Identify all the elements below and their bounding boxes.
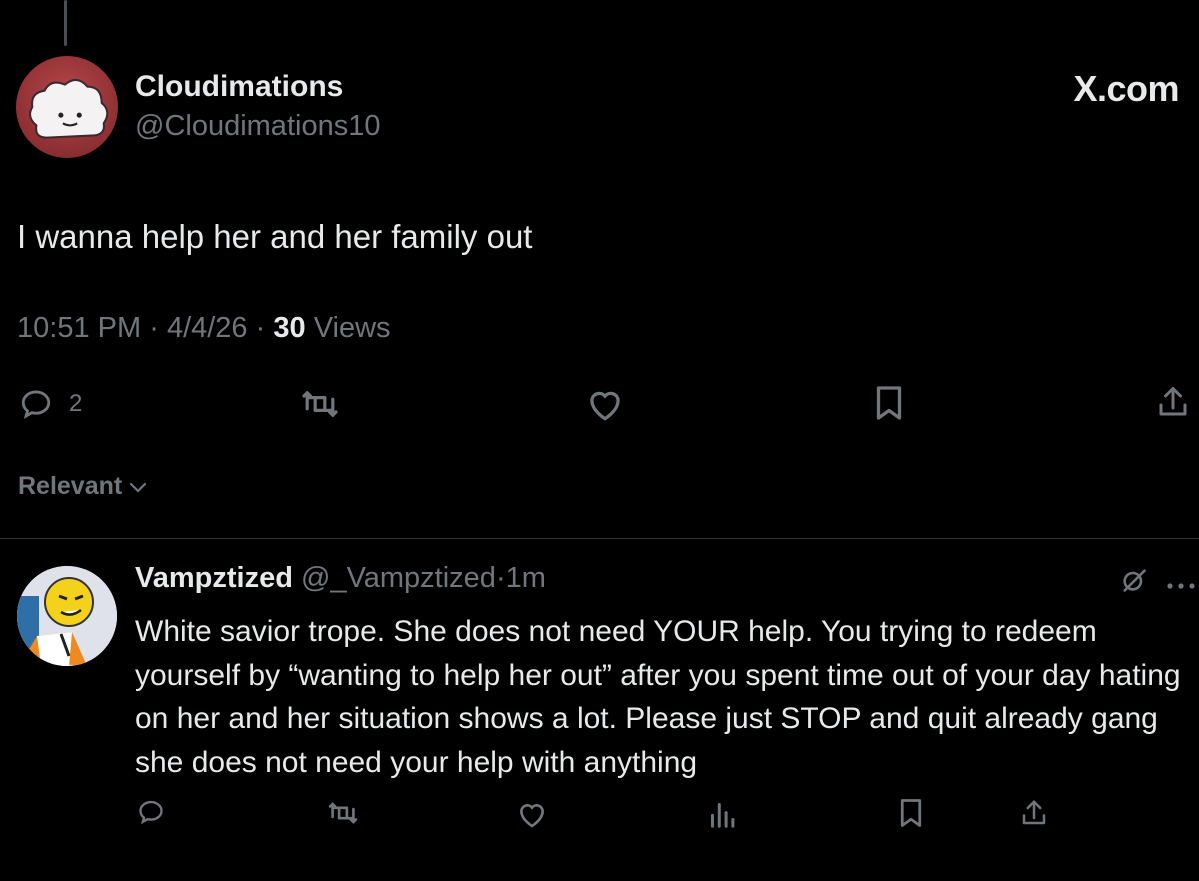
tweet-text: I wanna help her and her family out xyxy=(17,218,533,255)
tweet-time[interactable]: 10:51 PM xyxy=(17,312,141,344)
tweet-date[interactable]: 4/4/26 xyxy=(167,312,248,344)
repost-icon xyxy=(302,391,338,417)
repost-icon xyxy=(328,802,358,824)
tweet-metadata: 10:51 PM · 4/4/26 · 30 Views xyxy=(17,312,391,345)
x-com-watermark: X.com xyxy=(1073,68,1179,109)
sort-relevant-dropdown[interactable]: Relevant xyxy=(18,472,148,501)
meta-separator: · xyxy=(255,312,266,344)
author-avatar[interactable] xyxy=(16,56,118,158)
share-button[interactable] xyxy=(1155,383,1191,421)
like-button[interactable] xyxy=(585,386,625,422)
reply-like-button[interactable] xyxy=(516,799,548,829)
bookmark-icon xyxy=(876,386,902,420)
reply-views-button[interactable] xyxy=(708,799,736,829)
views-icon xyxy=(710,802,735,828)
repost-button[interactable] xyxy=(300,388,340,420)
reply-author-handle[interactable]: @_Vampztized xyxy=(301,562,496,594)
reply-button[interactable]: 2 xyxy=(17,387,82,421)
meta-separator: · xyxy=(149,312,159,344)
divider xyxy=(0,538,1199,539)
like-icon xyxy=(590,391,620,421)
bookmark-button[interactable] xyxy=(873,385,905,421)
reply-time[interactable]: 1m xyxy=(506,562,546,594)
chevron-down-icon xyxy=(130,482,147,493)
reply-author-avatar[interactable] xyxy=(17,566,117,666)
reply-share-button[interactable] xyxy=(1019,797,1049,829)
views-count: 30 xyxy=(273,312,306,344)
sort-label: Relevant xyxy=(18,472,123,500)
author-handle[interactable]: @Cloudimations10 xyxy=(135,110,380,143)
share-icon xyxy=(1022,800,1046,825)
author-name[interactable]: Cloudimations xyxy=(135,70,343,104)
reply-text: White savior trope. She does not need YO… xyxy=(135,615,1181,779)
more-icon[interactable] xyxy=(1166,578,1196,596)
reply-count: 2 xyxy=(69,390,83,417)
thread-connector-line xyxy=(64,0,67,46)
reply-reply-button[interactable] xyxy=(136,798,166,826)
bookmark-icon xyxy=(900,799,922,827)
share-icon xyxy=(1159,387,1187,416)
meta-separator: · xyxy=(495,562,506,594)
reply-repost-button[interactable] xyxy=(327,800,359,826)
views-label[interactable]: Views xyxy=(314,312,391,344)
reply-bookmark-button[interactable] xyxy=(898,798,924,828)
like-icon xyxy=(519,804,545,828)
reply-icon xyxy=(139,800,163,825)
reply-icon xyxy=(21,390,51,420)
reply-author-name[interactable]: Vampztized xyxy=(135,562,293,594)
grok-icon[interactable] xyxy=(1120,566,1148,599)
reply-header: Vampztized @_Vampztized·1m xyxy=(135,562,546,595)
